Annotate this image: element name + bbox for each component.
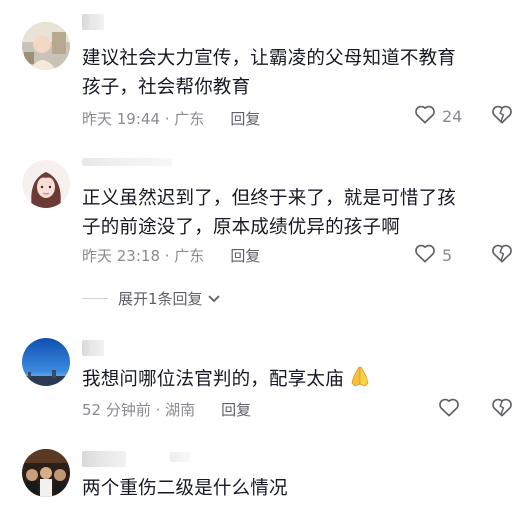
comment-meta: 昨天 19:44 · 广东 回复 [82, 108, 260, 129]
comment-text: 我想问哪位法官判的，配享太庙 [82, 364, 502, 397]
comment-time-location: 昨天 19:44 · 广东 [82, 110, 205, 128]
username-redacted [82, 14, 104, 30]
reply-button[interactable]: 回复 [230, 108, 260, 129]
avatar[interactable] [22, 22, 70, 70]
comment-text-line: 正义虽然迟到了，但终于来了，就是可惜了孩 [82, 188, 457, 209]
username-redacted [170, 452, 190, 462]
expand-replies-button[interactable]: 展开1条回复 [82, 288, 221, 309]
comment-text-line: 两个重伤二级是什么情况 [82, 478, 288, 499]
dislike-button[interactable] [491, 104, 513, 128]
avatar[interactable] [22, 338, 70, 386]
like-count: 24 [442, 106, 463, 126]
comment-meta: 昨天 23:18 · 广东 回复 [82, 245, 260, 266]
broken-heart-outline-icon [491, 244, 513, 267]
comment-text: 建议社会大力宣传，让霸凌的父母知道不教育 孩子，社会帮你教育 [82, 44, 502, 102]
expand-divider-line [82, 298, 108, 299]
username-redacted [82, 451, 126, 467]
like-count: 5 [442, 245, 453, 265]
comment-text: 两个重伤二级是什么情况 [82, 474, 502, 503]
username-redacted [82, 158, 172, 166]
broken-heart-outline-icon [491, 398, 513, 421]
avatar[interactable] [22, 449, 70, 497]
comment-time-location: 昨天 23:18 · 广东 [82, 247, 205, 265]
comment-text-line: 孩子，社会帮你教育 [82, 77, 251, 98]
comment-text-line: 我想问哪位法官判的，配享太庙 [82, 369, 344, 390]
comment-text-line: 子的前途没了，原本成绩优异的孩子啊 [82, 217, 400, 238]
comment-text-line: 建议社会大力宣传，让霸凌的父母知道不教育 [82, 48, 457, 69]
pray-emoji-icon [348, 364, 372, 397]
expand-replies-label: 展开1条回复 [118, 290, 203, 308]
chevron-down-icon [207, 290, 221, 308]
dislike-button[interactable] [491, 243, 513, 267]
heart-outline-icon [414, 104, 436, 128]
like-button[interactable] [438, 397, 460, 421]
dislike-button[interactable] [491, 397, 513, 421]
heart-outline-icon [438, 397, 460, 421]
avatar[interactable] [22, 160, 70, 208]
broken-heart-outline-icon [491, 105, 513, 128]
like-button[interactable]: 5 [414, 243, 452, 267]
reply-button[interactable]: 回复 [221, 399, 251, 420]
comment-text: 正义虽然迟到了，但终于来了，就是可惜了孩 子的前途没了，原本成绩优异的孩子啊 [82, 184, 502, 242]
comment-time-location: 52 分钟前 · 湖南 [82, 401, 196, 419]
like-button[interactable]: 24 [414, 104, 462, 128]
comment-meta: 52 分钟前 · 湖南 回复 [82, 399, 251, 420]
heart-outline-icon [414, 243, 436, 267]
reply-button[interactable]: 回复 [230, 245, 260, 266]
username-redacted [82, 340, 104, 356]
